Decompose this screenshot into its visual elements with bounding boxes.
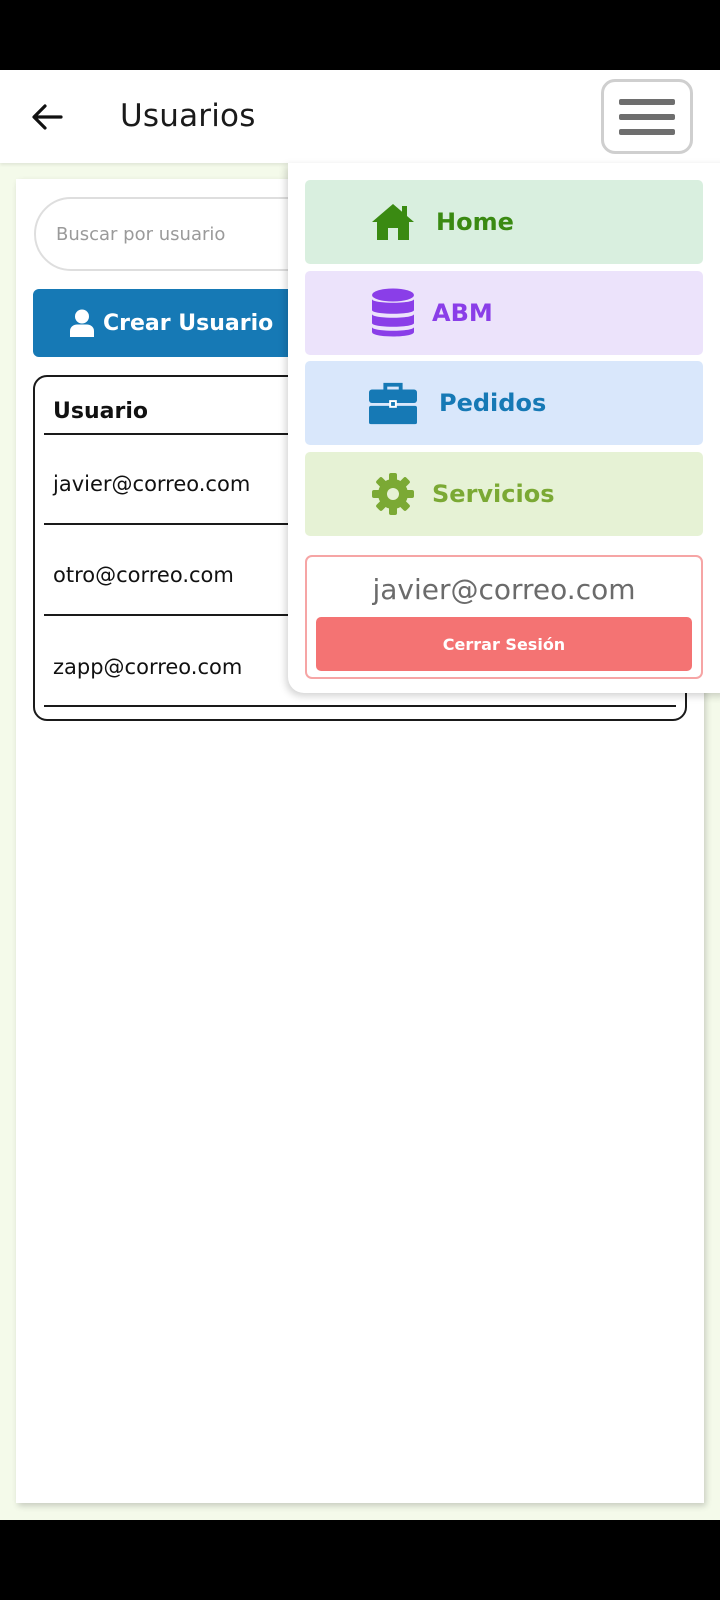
hamburger-icon-bar xyxy=(619,113,675,120)
create-user-label: Crear Usuario xyxy=(103,310,274,336)
hamburger-icon-bar xyxy=(619,98,675,105)
app-screen: Usuarios Crear Usuario Usuario javier@co… xyxy=(0,70,720,1520)
home-icon xyxy=(369,200,417,244)
logout-button[interactable]: Cerrar Sesión xyxy=(316,617,692,671)
arrow-left-icon xyxy=(32,104,63,130)
back-button[interactable] xyxy=(26,96,68,138)
page-title: Usuarios xyxy=(120,98,256,134)
table-row[interactable]: otro@correo.com xyxy=(53,563,234,587)
status-bar xyxy=(0,0,720,70)
menu-item-label: Home xyxy=(436,208,514,236)
user-session-box: javier@correo.com Cerrar Sesión xyxy=(305,555,703,679)
gear-icon xyxy=(369,472,417,516)
nav-dropdown-menu: Home ABM Pedidos Servicios javier@correo… xyxy=(288,163,720,693)
menu-toggle-button[interactable] xyxy=(601,79,693,154)
menu-item-label: Pedidos xyxy=(439,389,547,417)
table-row[interactable]: javier@correo.com xyxy=(53,472,250,496)
system-nav-bar xyxy=(0,1520,720,1600)
current-user-email: javier@correo.com xyxy=(372,573,636,606)
user-icon xyxy=(70,309,94,337)
menu-item-home[interactable]: Home xyxy=(305,180,703,264)
briefcase-icon xyxy=(369,381,417,425)
menu-item-pedidos[interactable]: Pedidos xyxy=(305,361,703,445)
table-header-usuario: Usuario xyxy=(53,399,148,424)
database-icon xyxy=(369,288,417,337)
table-divider xyxy=(44,705,676,707)
menu-item-label: Servicios xyxy=(432,480,555,508)
menu-item-label: ABM xyxy=(432,299,493,327)
table-row[interactable]: zapp@correo.com xyxy=(53,655,242,679)
app-header: Usuarios xyxy=(0,70,720,163)
menu-item-abm[interactable]: ABM xyxy=(305,271,703,355)
hamburger-icon-bar xyxy=(619,128,675,135)
menu-item-servicios[interactable]: Servicios xyxy=(305,452,703,536)
